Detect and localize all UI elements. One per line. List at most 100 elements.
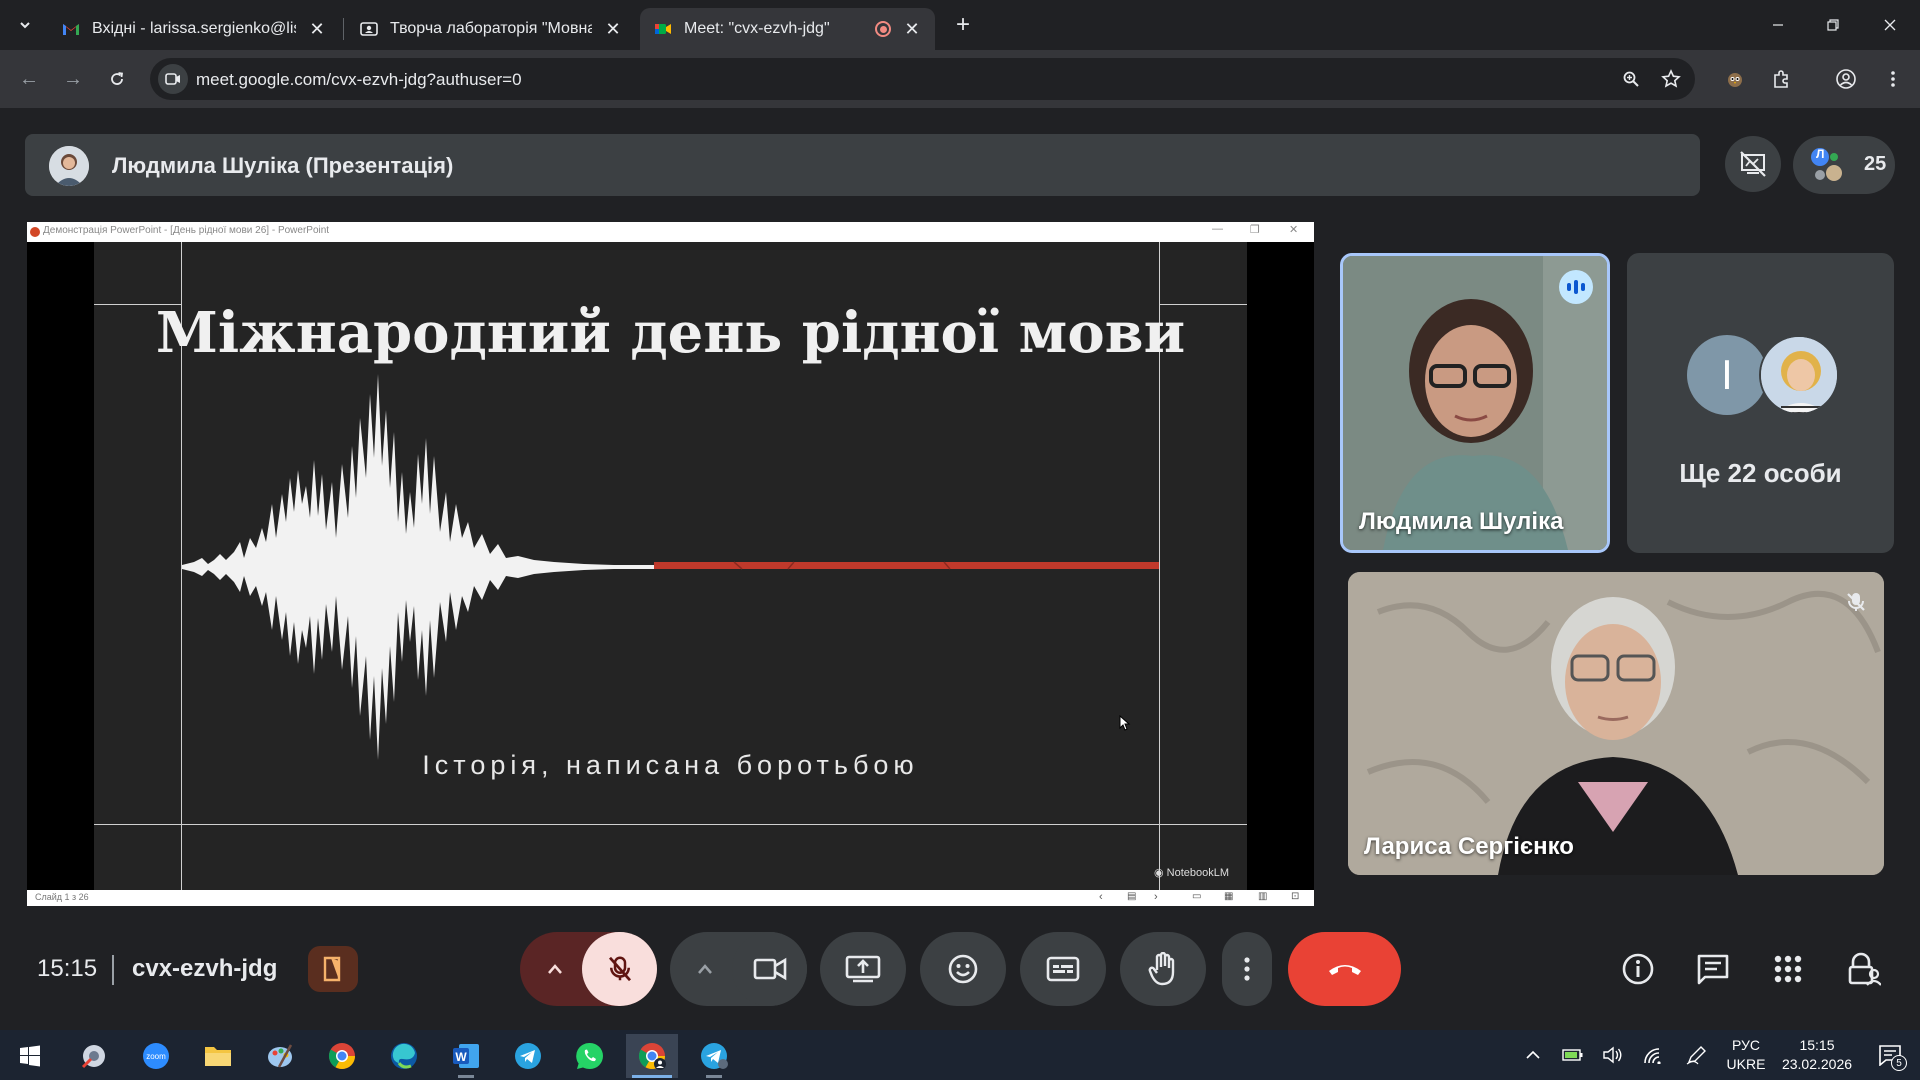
minimize-icon: — <box>1212 223 1223 235</box>
chevron-up-icon <box>698 964 712 974</box>
volume-tray[interactable] <box>1600 1030 1626 1080</box>
address-bar[interactable]: meet.google.com/cvx-ezvh-jdg?authuser=0 <box>150 58 1695 100</box>
taskbar-app-tools[interactable] <box>68 1034 120 1078</box>
show-hidden-icons[interactable] <box>1520 1030 1546 1080</box>
windows-start-icon <box>20 1045 40 1067</box>
taskbar-app-word[interactable]: W <box>440 1034 492 1078</box>
close-window-button[interactable] <box>1865 0 1915 50</box>
edge-icon <box>391 1043 417 1069</box>
extension-owl-icon[interactable] <box>1720 64 1750 94</box>
chrome-menu-icon[interactable] <box>1878 64 1908 94</box>
tab-close-icon[interactable]: ✕ <box>604 19 622 40</box>
notification-center-button[interactable]: 5 <box>1865 1030 1915 1080</box>
slide-counter: Слайд 1 з 26 <box>35 892 89 902</box>
host-controls-badge[interactable] <box>308 946 358 992</box>
sound-wave-graphic <box>182 374 1159 760</box>
divider <box>112 955 114 985</box>
back-arrow-icon: ← <box>19 67 39 90</box>
presenter-avatar <box>49 146 89 186</box>
audio-options-button[interactable] <box>520 932 590 1006</box>
chat-button[interactable] <box>1692 948 1734 990</box>
tab-title: Творча лабораторія "Мовна п <box>390 20 592 37</box>
participant-tile-speaker[interactable]: Людмила Шуліка <box>1340 253 1610 553</box>
taskbar-app-edge[interactable] <box>378 1034 430 1078</box>
taskbar-app-chrome[interactable] <box>316 1034 368 1078</box>
battery-tray[interactable] <box>1560 1030 1586 1080</box>
next-slide-icon: › <box>1154 891 1158 903</box>
back-button[interactable]: ← <box>14 64 44 94</box>
zoom-icon[interactable] <box>1618 66 1644 92</box>
participant-count: 25 <box>1864 153 1887 175</box>
windows-taskbar: zoom W РУС UKRE 15:15 23.02.2026 5 <box>0 1030 1920 1080</box>
presentation-off-icon <box>1740 151 1766 177</box>
start-button[interactable] <box>4 1034 56 1078</box>
url-text[interactable]: meet.google.com/cvx-ezvh-jdg?authuser=0 <box>196 70 522 90</box>
camera-button[interactable] <box>732 932 807 1006</box>
tab-search-button[interactable] <box>10 10 40 40</box>
slide-sorter-icon: ▦ <box>1224 891 1234 902</box>
recording-indicator-icon <box>875 21 891 37</box>
captions-button[interactable] <box>1020 932 1106 1006</box>
participant-tile[interactable]: Лариса Сергієнко <box>1348 572 1884 875</box>
taskbar-app-chrome-profile[interactable] <box>626 1034 678 1078</box>
present-screen-button[interactable] <box>820 932 906 1006</box>
reload-button[interactable] <box>102 64 132 94</box>
meeting-details-button[interactable] <box>1617 948 1659 990</box>
more-options-button[interactable] <box>1222 932 1272 1006</box>
video-options-button[interactable] <box>670 932 740 1006</box>
system-clock[interactable]: 15:15 23.02.2026 <box>1772 1036 1862 1074</box>
unmute-button[interactable] <box>582 932 657 1006</box>
powerpoint-window-title: Демонстрація PowerPoint - [День рідної м… <box>43 225 330 236</box>
new-tab-button[interactable]: + <box>950 11 976 38</box>
browser-tab-meet[interactable]: Meet: "cvx-ezvh-jdg" ✕ <box>640 8 935 50</box>
file-explorer-icon <box>205 1047 231 1066</box>
restore-button[interactable] <box>1808 0 1858 50</box>
more-vert-icon <box>1244 957 1250 981</box>
restore-icon: ❐ <box>1250 224 1260 236</box>
input-language-indicator[interactable]: РУС UKRE <box>1720 1036 1772 1074</box>
network-tray[interactable] <box>1640 1030 1666 1080</box>
running-indicator <box>706 1075 722 1078</box>
profile-icon[interactable] <box>1831 64 1861 94</box>
minimize-button[interactable] <box>1753 0 1803 50</box>
more-participants-tile[interactable]: I Ще 22 особи <box>1627 253 1894 553</box>
pen-tray[interactable] <box>1684 1030 1710 1080</box>
classroom-icon <box>360 20 378 38</box>
browser-tab-classroom[interactable]: Творча лабораторія "Мовна п ✕ <box>346 8 636 50</box>
people-button[interactable]: Л 25 <box>1793 136 1895 194</box>
mic-off-icon <box>1847 593 1865 611</box>
paint-icon <box>268 1044 293 1068</box>
leave-call-button[interactable] <box>1288 932 1401 1006</box>
tab-close-icon[interactable]: ✕ <box>308 19 326 40</box>
speaking-indicator-icon <box>1559 270 1593 304</box>
wifi-icon <box>1644 1048 1661 1064</box>
telegram-icon <box>515 1043 541 1069</box>
tab-close-icon[interactable]: ✕ <box>903 19 921 40</box>
bookmark-star-icon[interactable] <box>1658 66 1684 92</box>
taskbar-app-telegram-desktop[interactable] <box>688 1034 740 1078</box>
notebooklm-label: NotebookLM <box>1166 867 1230 879</box>
host-controls-button[interactable] <box>1843 948 1885 990</box>
present-icon <box>845 955 881 983</box>
forward-button[interactable]: → <box>58 64 88 94</box>
extensions-puzzle-icon[interactable] <box>1766 64 1796 94</box>
more-participants-label: Ще 22 особи <box>1679 458 1842 488</box>
reactions-button[interactable] <box>920 932 1006 1006</box>
browser-tab-gmail[interactable]: Вхідні - larissa.sergienko@lispk ✕ <box>48 8 340 50</box>
avatar-initial: I <box>1721 351 1733 398</box>
site-info-icon[interactable] <box>158 64 188 94</box>
taskbar-app-zoom[interactable]: zoom <box>130 1034 182 1078</box>
raise-hand-button[interactable] <box>1120 932 1206 1006</box>
activities-button[interactable] <box>1767 948 1809 990</box>
taskbar-app-whatsapp[interactable] <box>564 1034 616 1078</box>
hide-presentation-button[interactable] <box>1725 136 1781 192</box>
meet-icon <box>654 20 672 38</box>
slideshow-icon: ⊡ <box>1291 891 1300 902</box>
taskbar-app-explorer[interactable] <box>192 1034 244 1078</box>
presenter-banner: Людмила Шуліка (Презентація) <box>25 134 1700 196</box>
speaker-icon <box>1603 1046 1622 1064</box>
chrome-icon <box>328 1043 356 1070</box>
active-indicator <box>632 1075 672 1078</box>
taskbar-app-telegram[interactable] <box>502 1034 554 1078</box>
taskbar-app-paint[interactable] <box>254 1034 306 1078</box>
